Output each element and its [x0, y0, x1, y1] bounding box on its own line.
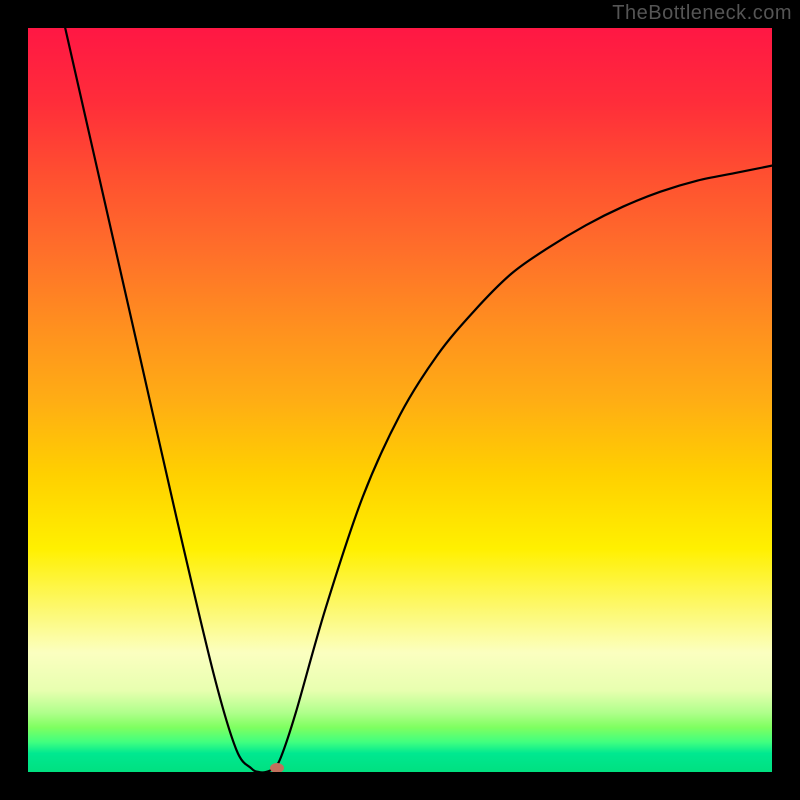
plot-area [28, 28, 772, 772]
bottleneck-curve [65, 28, 772, 772]
curve-svg [28, 28, 772, 772]
optimal-point-marker [270, 763, 284, 772]
watermark-text: TheBottleneck.com [612, 2, 792, 25]
